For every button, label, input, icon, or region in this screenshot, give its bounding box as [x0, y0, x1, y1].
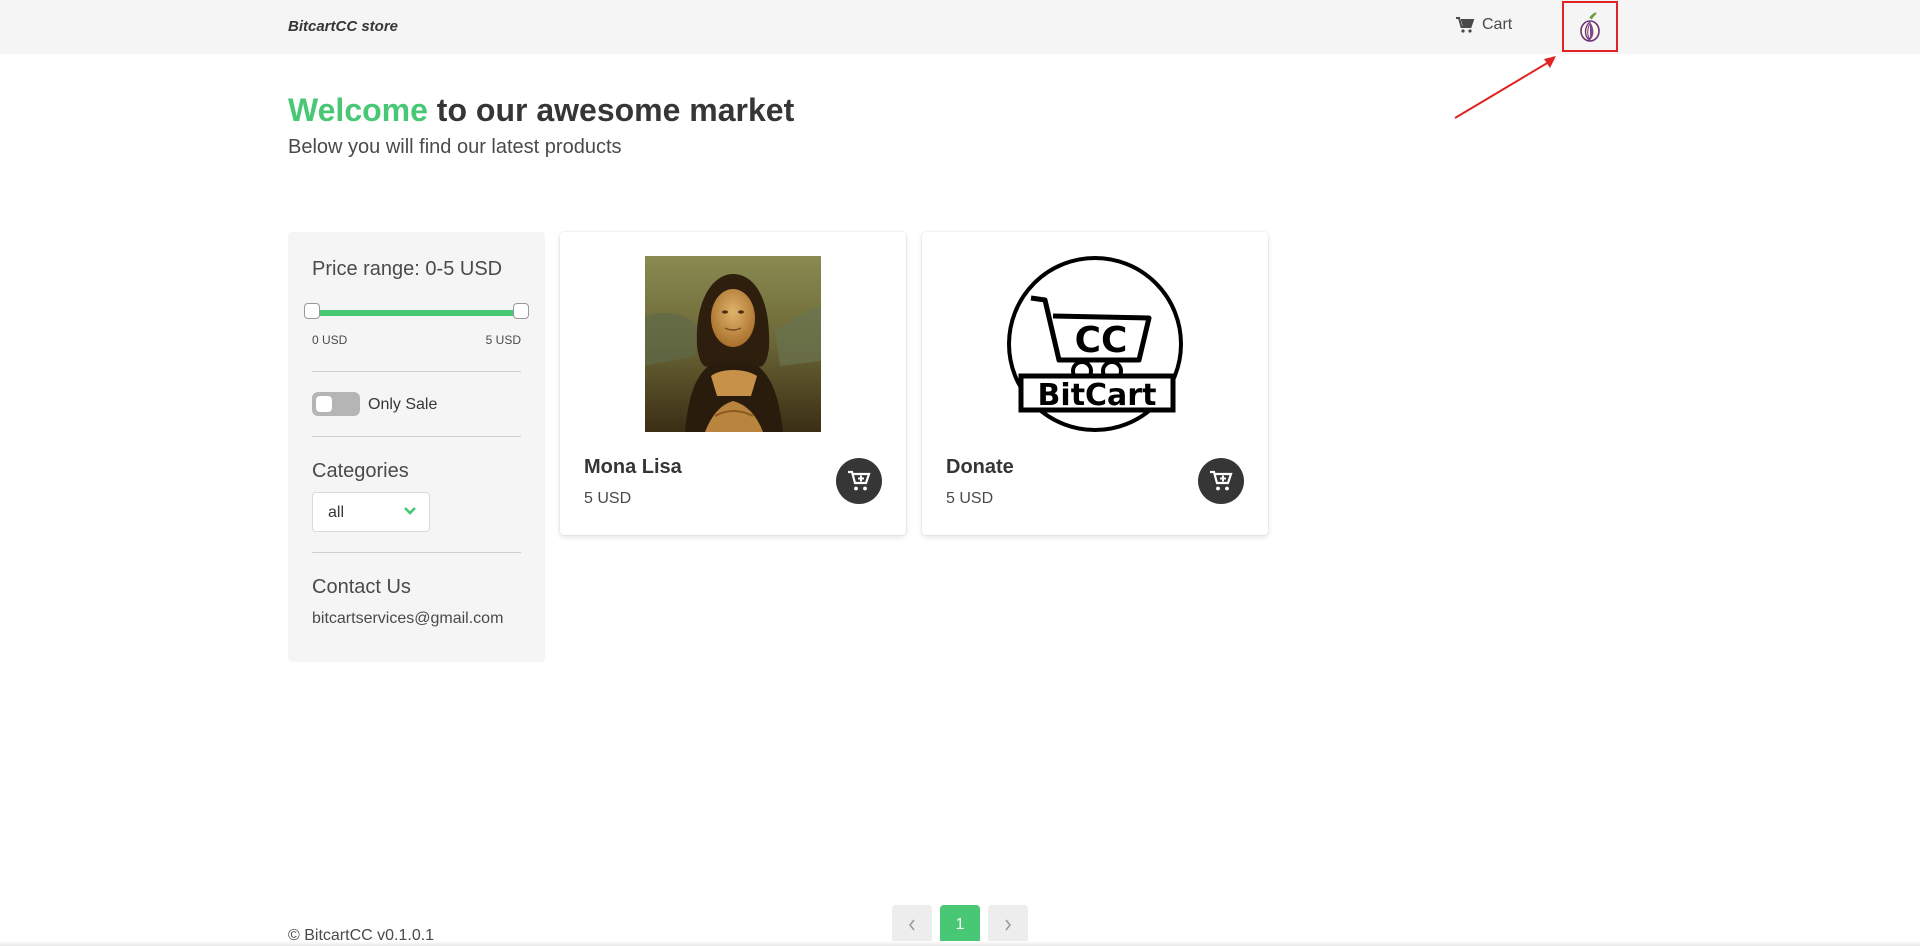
filter-sidebar: Price range: 0-5 USD 0 USD 5 USD Only Sa…: [288, 232, 545, 662]
categories-title: Categories: [312, 460, 409, 482]
contact-email[interactable]: bitcartservices@gmail.com: [312, 610, 503, 628]
product-price: 5 USD: [946, 490, 994, 507]
pagination-page-1[interactable]: 1: [940, 905, 980, 945]
price-range-label: Price range: 0-5 USD: [312, 258, 502, 281]
mona-lisa-image: [645, 256, 821, 432]
product-name[interactable]: Donate: [946, 456, 1014, 479]
page-title: Welcome to our awesome market: [288, 92, 794, 129]
add-to-cart-button[interactable]: [1198, 458, 1244, 504]
divider: [312, 371, 521, 372]
annotation-arrow: [1454, 56, 1556, 119]
title-accent: Welcome: [288, 92, 428, 128]
product-card[interactable]: CC BitCart Donate 5 USD: [922, 232, 1268, 535]
cart-plus-icon: [848, 470, 871, 491]
toggle-knob: [316, 396, 332, 412]
shopping-cart-icon: [1456, 17, 1474, 33]
chevron-down-icon: [404, 507, 416, 515]
brand-link[interactable]: BitcartCC store: [288, 18, 398, 35]
price-min-label: 0 USD: [312, 333, 348, 347]
pagination-next[interactable]: [988, 905, 1028, 945]
category-select[interactable]: all: [312, 492, 430, 532]
price-range-value: 0-5 USD: [425, 258, 503, 280]
bottom-edge: [0, 941, 1920, 946]
product-card[interactable]: Mona Lisa 5 USD: [560, 232, 906, 535]
product-name[interactable]: Mona Lisa: [584, 456, 682, 479]
price-range-slider[interactable]: [312, 310, 521, 316]
price-min-handle[interactable]: [304, 303, 320, 319]
only-sale-label: Only Sale: [368, 396, 438, 413]
divider: [312, 552, 521, 553]
page-subtitle: Below you will find our latest products: [288, 136, 622, 158]
pagination-previous[interactable]: [892, 905, 932, 945]
divider: [312, 436, 521, 437]
price-range-text: Price range:: [312, 258, 420, 280]
title-rest: to our awesome market: [427, 92, 795, 128]
logo-cc-text: CC: [1075, 320, 1128, 361]
navbar: BitcartCC store Cart: [0, 0, 1920, 54]
logo-bitcart-text: BitCart: [1038, 378, 1157, 413]
price-max-handle[interactable]: [513, 303, 529, 319]
product-image-mona-lisa[interactable]: [645, 256, 821, 432]
product-image-donate[interactable]: CC BitCart: [1007, 256, 1183, 432]
tor-onion-button[interactable]: [1562, 1, 1618, 52]
only-sale-toggle[interactable]: [312, 392, 360, 416]
price-max-label: 5 USD: [485, 333, 521, 347]
bitcart-logo: CC BitCart: [1007, 256, 1183, 432]
category-selected-value: all: [328, 504, 345, 521]
contact-title: Contact Us: [312, 576, 411, 598]
product-price: 5 USD: [584, 490, 632, 507]
add-to-cart-button[interactable]: [836, 458, 882, 504]
cart-plus-icon: [1210, 470, 1233, 491]
cart-link[interactable]: Cart: [1456, 16, 1512, 34]
tor-onion-icon: [1580, 11, 1600, 42]
chevron-left-icon: [908, 919, 915, 931]
cart-label: Cart: [1482, 16, 1513, 33]
chevron-right-icon: [1005, 919, 1012, 931]
